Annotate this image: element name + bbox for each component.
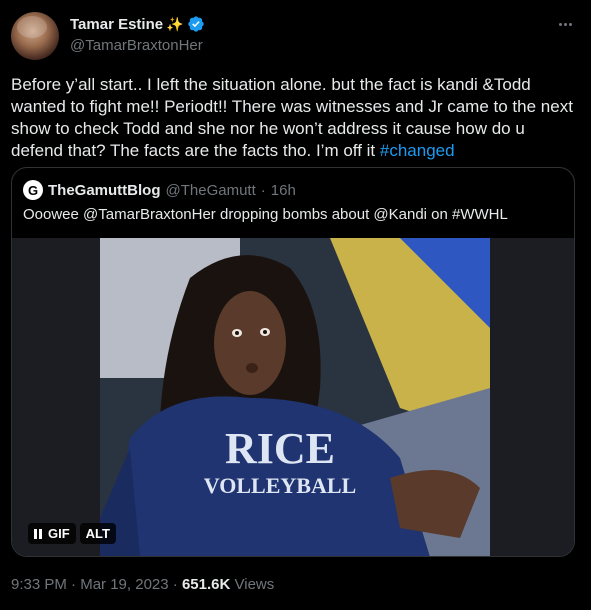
- more-options-icon[interactable]: [553, 14, 577, 34]
- tweet-text: Before y’all start.. I left the situatio…: [11, 74, 576, 162]
- quoted-tweet-time[interactable]: 16h: [271, 182, 296, 199]
- quoted-author-avatar[interactable]: G: [23, 180, 43, 200]
- views-label: Views: [234, 576, 275, 593]
- footer-separator: ·: [71, 576, 77, 593]
- quoted-tweet-text: Ooowee @TamarBraxtonHer dropping bombs a…: [23, 206, 508, 223]
- hashtag-link[interactable]: #changed: [380, 141, 455, 160]
- gif-pause-button[interactable]: GIF: [28, 523, 76, 544]
- tweet-time[interactable]: 9:33 PM: [11, 576, 67, 593]
- tweet-body: Before y’all start.. I left the situatio…: [11, 75, 573, 160]
- views-count[interactable]: 651.6K: [182, 576, 230, 593]
- tweet: Tamar Estine ✨ @TamarBraxtonHer Before y…: [0, 0, 591, 610]
- quoted-author-handle[interactable]: @TheGamutt: [166, 182, 256, 199]
- author-name-row: Tamar Estine ✨: [70, 15, 205, 33]
- author-display-name[interactable]: Tamar Estine: [70, 16, 163, 33]
- tweet-date[interactable]: Mar 19, 2023: [80, 576, 168, 593]
- gif-media[interactable]: RICE VOLLEYBALL GIF ALT: [12, 238, 574, 556]
- author-handle[interactable]: @TamarBraxtonHer: [70, 37, 203, 54]
- quoted-tweet-header: G TheGamuttBlog @TheGamutt · 16h: [23, 180, 296, 200]
- pause-icon: [34, 528, 42, 539]
- gif-label: GIF: [48, 526, 70, 541]
- media-controls: GIF ALT: [28, 523, 116, 544]
- meta-separator: ·: [260, 181, 266, 199]
- verified-badge-icon[interactable]: [187, 15, 205, 33]
- gif-frame-image: RICE VOLLEYBALL: [100, 238, 490, 556]
- sparkles-icon: ✨: [166, 16, 184, 32]
- footer-separator: ·: [172, 576, 178, 593]
- quoted-tweet[interactable]: G TheGamuttBlog @TheGamutt · 16h Ooowee …: [11, 167, 575, 557]
- shirt-text-rice: RICE: [225, 424, 335, 473]
- tweet-footer: 9:33 PM · Mar 19, 2023 · 651.6K Views: [11, 576, 274, 593]
- quoted-author-name[interactable]: TheGamuttBlog: [48, 182, 161, 199]
- shirt-text-volleyball: VOLLEYBALL: [204, 473, 356, 498]
- author-avatar[interactable]: [11, 12, 59, 60]
- alt-text-button[interactable]: ALT: [79, 523, 116, 544]
